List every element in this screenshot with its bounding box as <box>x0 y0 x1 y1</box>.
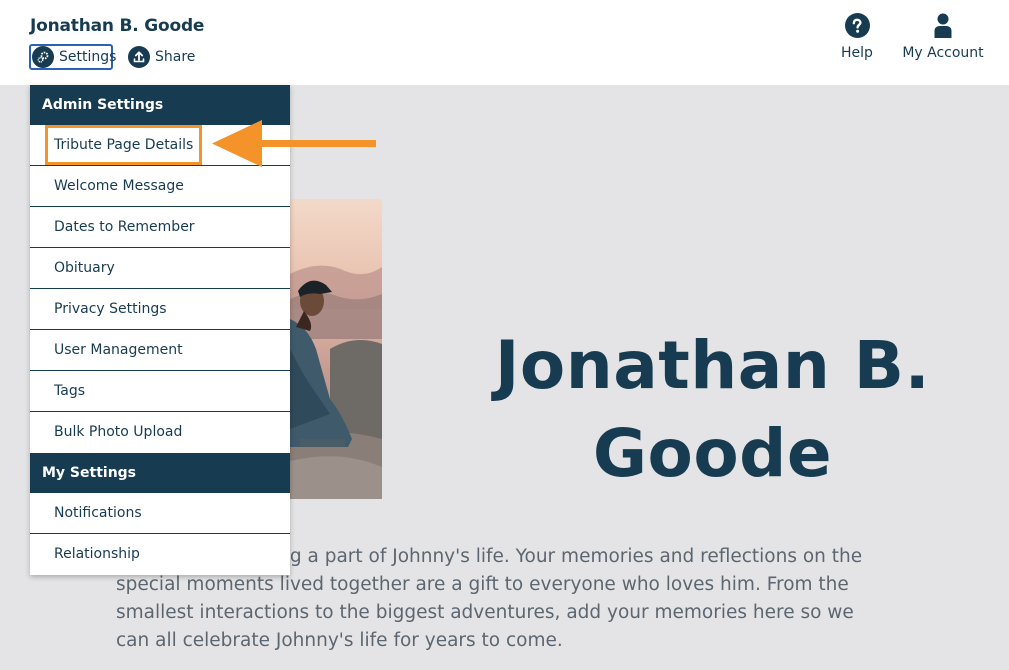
share-label: Share <box>155 49 196 65</box>
menu-item-tags[interactable]: Tags <box>30 371 290 412</box>
hero-title: Jonathan B. Goode <box>494 327 931 492</box>
page-name: Jonathan B. Goode <box>30 16 205 36</box>
menu-item-user-management[interactable]: User Management <box>30 330 290 371</box>
profile-photo <box>290 199 382 499</box>
menu-item-label: Privacy Settings <box>54 301 167 317</box>
gear-icon <box>32 46 54 68</box>
menu-item-label: User Management <box>54 342 183 358</box>
menu-item-obituary[interactable]: Obituary <box>30 248 290 289</box>
my-account-label: My Account <box>902 45 984 61</box>
menu-item-label: Notifications <box>54 505 142 521</box>
menu-item-notifications[interactable]: Notifications <box>30 493 290 534</box>
menu-item-label: Obituary <box>54 260 115 276</box>
menu-item-dates-to-remember[interactable]: Dates to Remember <box>30 207 290 248</box>
menu-item-label: Tribute Page Details <box>45 125 203 165</box>
my-settings-header: My Settings <box>30 453 290 493</box>
settings-label: Settings <box>59 49 117 65</box>
menu-item-label: Dates to Remember <box>54 219 195 235</box>
top-bar: Jonathan B. Goode Settings Share Help My… <box>0 0 1009 85</box>
question-icon <box>844 13 870 38</box>
share-button[interactable]: Share <box>128 45 195 69</box>
help-label: Help <box>841 45 873 61</box>
help-button[interactable]: Help <box>834 13 880 61</box>
menu-item-label: Relationship <box>54 546 140 562</box>
user-icon <box>900 13 986 38</box>
menu-item-privacy-settings[interactable]: Privacy Settings <box>30 289 290 330</box>
upload-icon <box>128 46 150 68</box>
menu-item-relationship[interactable]: Relationship <box>30 534 290 575</box>
menu-item-label: Bulk Photo Upload <box>54 424 183 440</box>
menu-item-label: Welcome Message <box>54 178 184 194</box>
arrow-left-icon <box>212 120 376 167</box>
menu-item-label: Tags <box>54 383 85 399</box>
settings-button[interactable]: Settings <box>29 44 117 70</box>
menu-item-welcome-message[interactable]: Welcome Message <box>30 166 290 207</box>
my-account-button[interactable]: My Account <box>900 13 986 61</box>
menu-item-bulk-photo-upload[interactable]: Bulk Photo Upload <box>30 412 290 453</box>
